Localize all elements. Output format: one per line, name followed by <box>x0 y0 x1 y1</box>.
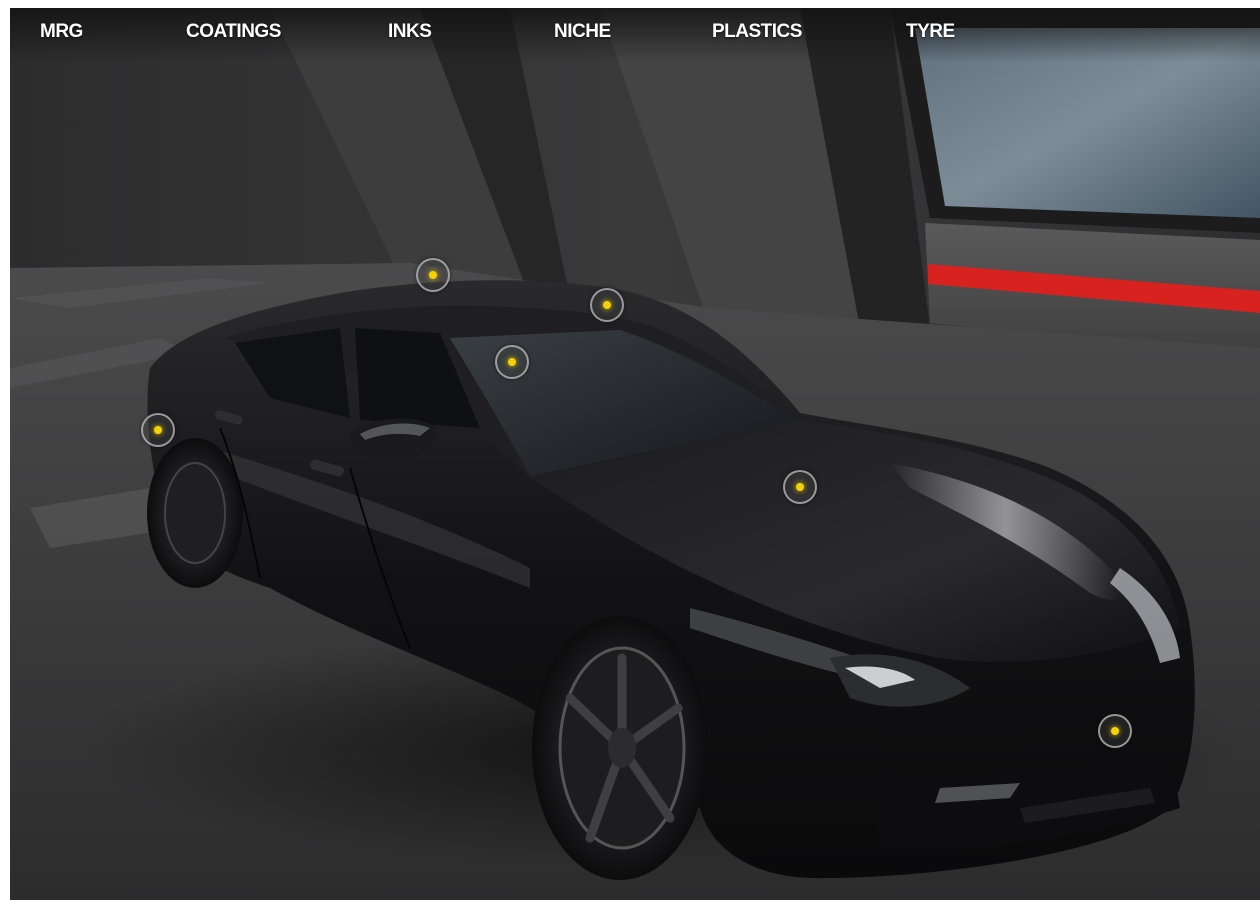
hotspot-rear-wheel[interactable] <box>141 413 175 447</box>
nav-item-inks[interactable]: INKS <box>388 21 432 43</box>
hotspot-hood[interactable] <box>783 470 817 504</box>
hotspot-marker-icon <box>508 358 516 366</box>
nav-item-niche[interactable]: NICHE <box>554 21 611 43</box>
hotspot-marker-icon <box>603 301 611 309</box>
hotspot-interior[interactable] <box>495 345 529 379</box>
showroom-scene <box>10 8 1260 900</box>
viewer-frame: MRG COATINGS INKS NICHE PLASTICS TYRE <box>10 8 1260 900</box>
hotspot-marker-icon <box>429 271 437 279</box>
nav-item-tyre[interactable]: TYRE <box>906 21 955 43</box>
nav-item-mrg[interactable]: MRG <box>40 21 83 43</box>
hotspot-marker-icon <box>1111 727 1119 735</box>
nav-item-plastics[interactable]: PLASTICS <box>712 21 802 43</box>
hotspot-front-bumper[interactable] <box>1098 714 1132 748</box>
hotspot-roof[interactable] <box>416 258 450 292</box>
hotspot-marker-icon <box>796 483 804 491</box>
hotspot-windshield-top[interactable] <box>590 288 624 322</box>
hotspot-marker-icon <box>154 426 162 434</box>
nav-item-coatings[interactable]: COATINGS <box>186 21 281 43</box>
top-nav: MRG COATINGS INKS NICHE PLASTICS TYRE <box>10 8 1260 62</box>
